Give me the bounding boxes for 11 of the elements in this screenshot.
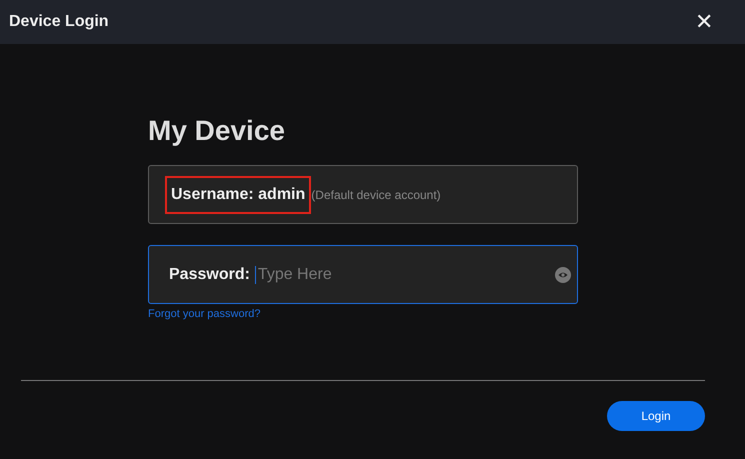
close-button[interactable]: ✕ (684, 11, 724, 33)
device-heading: My Device (148, 114, 286, 148)
eye-icon[interactable] (555, 266, 571, 282)
window-title: Device Login (9, 13, 109, 31)
login-button[interactable]: Login (607, 401, 705, 431)
password-input[interactable]: Type Here (256, 266, 555, 284)
password-label: Password: (169, 266, 250, 284)
username-text: Username: admin (165, 176, 312, 214)
forgot-password-link[interactable]: Forgot your password? (148, 308, 260, 320)
account-note: (Default device account) (311, 188, 441, 202)
password-field[interactable]: Password: Type Here (148, 245, 578, 304)
